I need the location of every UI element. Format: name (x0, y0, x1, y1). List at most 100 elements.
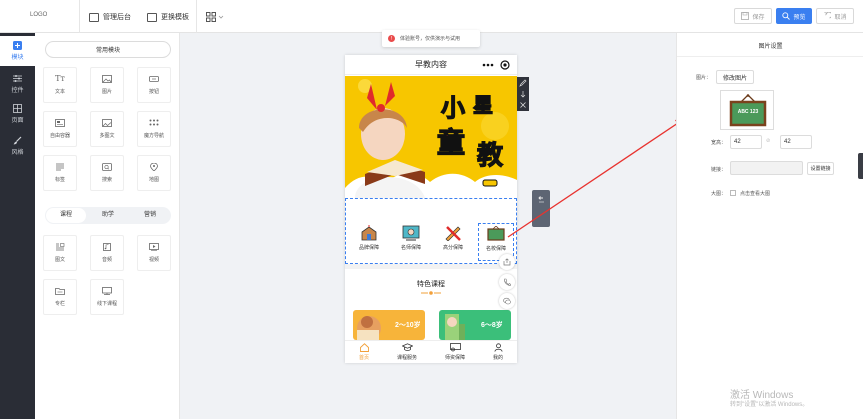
module-audio[interactable]: 音频 (90, 235, 124, 271)
module-container[interactable]: 自由容器 (43, 111, 77, 147)
preview-label: 预览 (793, 14, 806, 21)
left-nav-label: 控件 (11, 88, 24, 94)
tab-teacher-guarantee[interactable]: 师资保障 (439, 343, 471, 361)
tab-marketing[interactable]: 营销 (130, 208, 170, 223)
nav-manage-backend[interactable]: 管理后台 (89, 10, 131, 24)
large-image-option: 点击查看大图 (740, 191, 771, 197)
module-text[interactable]: Tт 文本 (43, 67, 77, 103)
size-label: 宽高： (711, 140, 727, 146)
nav-manage-backend-label: 管理后台 (103, 14, 131, 21)
phone-call-button[interactable] (499, 274, 515, 290)
icon-nav-label: 品牌保障 (358, 245, 379, 251)
save-label: 保存 (752, 14, 765, 21)
close-circle-icon[interactable] (500, 60, 510, 70)
icon-nav-score[interactable]: 高分保障 (436, 225, 470, 261)
more-icon[interactable] (482, 62, 494, 68)
image-preview[interactable]: ABC 123 (720, 90, 774, 130)
banner-image[interactable]: 小 星 童 教 (345, 76, 517, 198)
module-cube-nav[interactable]: 魔方导航 (137, 111, 171, 147)
left-nav-controls[interactable]: 控件 (0, 69, 35, 99)
phone-icon (504, 278, 511, 286)
icon-nav-section[interactable]: 品牌保障 名师保障 高分保障 名校保障 (345, 198, 517, 264)
cancel-button[interactable]: 取消 (816, 8, 854, 24)
left-nav-style[interactable]: 风格 (0, 131, 35, 161)
left-nav-label: 页面 (11, 118, 24, 124)
chat-icon (503, 297, 511, 305)
image-icon (102, 75, 112, 83)
tab-label: 首页 (358, 355, 369, 361)
module-image[interactable]: 图片 (90, 67, 124, 103)
left-nav-pages[interactable]: 页面 (0, 99, 35, 129)
course-card[interactable]: 2～10岁 (353, 310, 425, 340)
logo: LOGO (30, 12, 48, 18)
module-multi-image[interactable]: 多图文 (90, 111, 124, 147)
course-card[interactable]: 6～8岁 (439, 310, 511, 340)
tab-course[interactable]: 课程 (46, 208, 86, 223)
height-input[interactable]: 42 (780, 135, 812, 149)
button-icon (149, 76, 159, 82)
icon-nav-teacher[interactable]: 名师保障 (394, 225, 428, 261)
save-icon (741, 12, 750, 20)
module-article[interactable]: 图文 (43, 235, 77, 271)
module-map[interactable]: 地图 (137, 155, 171, 191)
share-button[interactable] (499, 254, 515, 270)
module-label: 图片 (101, 89, 112, 95)
pages-icon (13, 104, 22, 113)
demo-notice: ! 体验账号，仅供演示与试用 (382, 30, 480, 47)
certificate-icon (449, 343, 461, 352)
component-toolbar (517, 77, 529, 111)
change-image-button[interactable]: 修改图片 (716, 70, 754, 84)
width-input[interactable]: 42 (730, 135, 762, 149)
tab-mine[interactable]: 我的 (483, 343, 513, 361)
image-label: 图片： (696, 75, 712, 81)
settings-panel: 图片设置 图片： 修改图片 ABC 123 宽高： 42 ⊘ 42 链接： 设置… (676, 33, 863, 419)
tab-study-aid[interactable]: 助学 (88, 208, 128, 223)
chat-button[interactable] (499, 293, 515, 309)
edit-icon[interactable] (519, 79, 527, 87)
nav-change-template[interactable]: 更换模板 (147, 10, 189, 24)
module-label: 多图文 (99, 133, 115, 139)
module-video[interactable]: 视频 (137, 235, 171, 271)
arrow-back-icon (538, 196, 544, 203)
graduation-icon (401, 343, 413, 352)
cube-nav-icon (149, 119, 159, 126)
tab-label: 课程服务 (396, 355, 417, 361)
home-icon (359, 343, 369, 352)
module-button[interactable]: 按钮 (137, 67, 171, 103)
warning-icon: ! (388, 35, 395, 42)
left-nav-label: 模块 (11, 55, 24, 61)
preview-button[interactable]: 预览 (776, 8, 812, 24)
grid-menu-button[interactable] (206, 10, 226, 24)
module-column[interactable]: 专栏 (43, 279, 77, 315)
module-label: 线下课程 (96, 301, 117, 307)
offline-course-icon (102, 287, 112, 295)
abc-board-icon (487, 225, 505, 241)
undo-icon (824, 12, 832, 19)
module-search[interactable]: 搜索 (90, 155, 124, 191)
search-icon (782, 12, 791, 20)
icon-nav-brand[interactable]: 品牌保障 (352, 225, 386, 261)
link-size-icon[interactable]: ⊘ (766, 138, 770, 144)
save-button[interactable]: 保存 (734, 8, 772, 24)
side-drawer-handle[interactable] (858, 153, 863, 179)
set-link-button[interactable]: 设置链接 (807, 162, 834, 175)
collapse-handle[interactable] (532, 190, 550, 227)
tab-course-service[interactable]: 课程服务 (391, 343, 423, 361)
link-input[interactable] (730, 161, 803, 175)
divider (79, 0, 80, 33)
sliders-icon (13, 75, 22, 82)
module-tag[interactable]: 标签 (43, 155, 77, 191)
delete-icon[interactable] (519, 101, 527, 109)
module-offline-course[interactable]: 线下课程 (90, 279, 124, 315)
left-nav-label: 风格 (11, 150, 24, 156)
left-nav-modules[interactable]: 模块 (0, 36, 35, 66)
column-icon (55, 288, 65, 295)
link-label: 链接： (711, 167, 727, 173)
search-icon (102, 163, 112, 171)
large-image-checkbox[interactable] (730, 190, 736, 196)
container-icon (55, 119, 65, 127)
user-icon (493, 343, 503, 352)
tab-home[interactable]: 首页 (349, 343, 379, 361)
icon-nav-label: 名校保障 (485, 246, 506, 252)
move-down-icon[interactable] (519, 90, 527, 98)
